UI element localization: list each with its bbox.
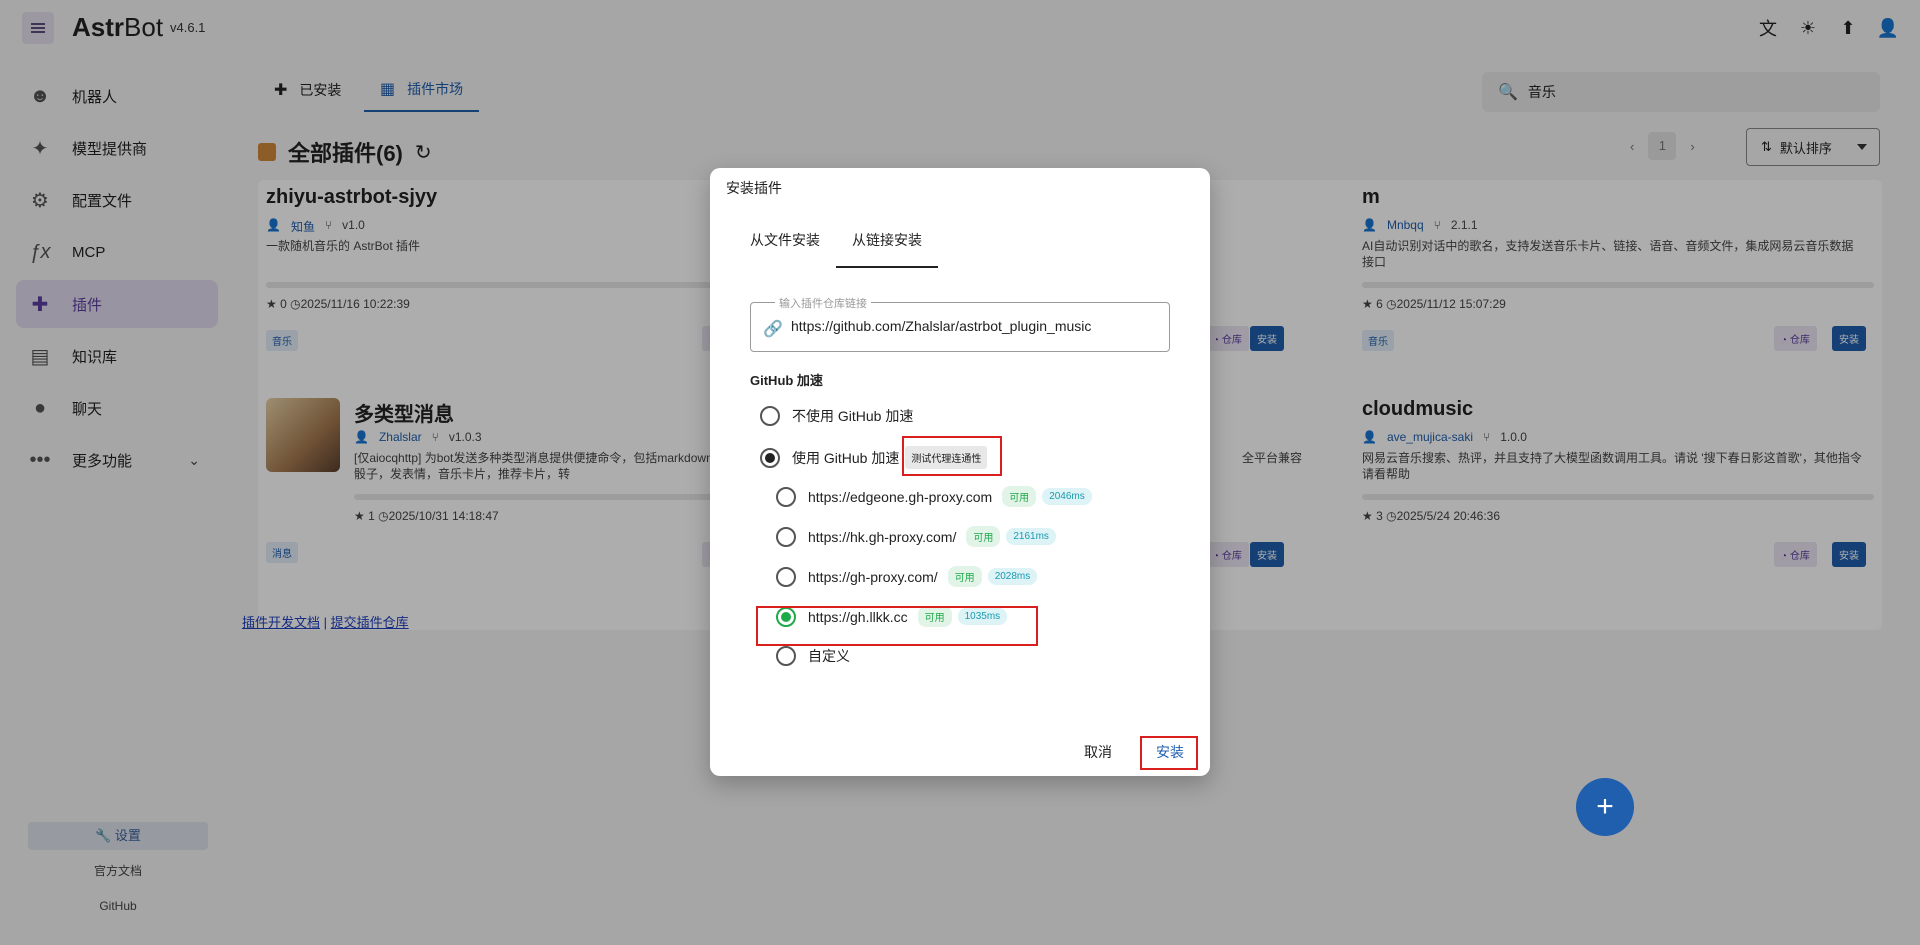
highlight-box: [1140, 736, 1198, 770]
radio-circle[interactable]: [760, 406, 780, 426]
cancel-button[interactable]: 取消: [1084, 742, 1112, 762]
proxy-url: https://hk.gh-proxy.com/: [808, 528, 957, 545]
link-icon: 🔗: [763, 321, 783, 338]
proxy-option[interactable]: https://gh-proxy.com/ 可用 2028ms: [776, 566, 1038, 587]
field-legend: 输入插件仓库链接: [775, 295, 871, 311]
highlight-box: [756, 606, 1038, 646]
dialog-title: 安装插件: [726, 180, 782, 196]
proxy-option[interactable]: https://hk.gh-proxy.com/ 可用 2161ms: [776, 526, 1056, 547]
status-badge: 可用: [1002, 486, 1037, 507]
install-plugin-dialog: 安装插件 从文件安装 从链接安装 输入插件仓库链接 🔗 GitHub 加速 不使…: [710, 168, 1210, 776]
radio-circle[interactable]: [760, 447, 780, 468]
github-accel-label: GitHub 加速: [750, 373, 823, 388]
status-badge: 可用: [947, 566, 982, 587]
radio-no-accel[interactable]: 不使用 GitHub 加速: [760, 406, 913, 426]
latency-badge: 2028ms: [987, 568, 1038, 585]
proxy-option-custom[interactable]: 自定义: [776, 646, 850, 666]
repo-url-input[interactable]: [791, 318, 1161, 334]
radio-label: 不使用 GitHub 加速: [792, 408, 914, 424]
proxy-url: https://edgeone.gh-proxy.com: [808, 488, 993, 505]
radio-circle[interactable]: [776, 526, 796, 547]
repo-url-field[interactable]: 输入插件仓库链接 🔗: [750, 295, 1170, 352]
highlight-box: [902, 436, 1002, 476]
status-badge: 可用: [966, 526, 1001, 547]
proxy-url: https://gh-proxy.com/: [808, 568, 938, 585]
radio-circle[interactable]: [776, 486, 796, 507]
radio-circle[interactable]: [776, 646, 796, 666]
tab-install-from-file[interactable]: 从文件安装: [734, 224, 836, 268]
latency-badge: 2161ms: [1006, 528, 1056, 545]
latency-badge: 2046ms: [1042, 488, 1092, 505]
add-fab-button[interactable]: +: [1576, 778, 1634, 836]
proxy-option[interactable]: https://edgeone.gh-proxy.com 可用 2046ms: [776, 486, 1092, 507]
tab-install-from-link[interactable]: 从链接安装: [836, 224, 938, 268]
radio-circle[interactable]: [776, 566, 796, 587]
radio-label: 自定义: [808, 648, 850, 664]
radio-label: 使用 GitHub 加速: [792, 449, 900, 466]
